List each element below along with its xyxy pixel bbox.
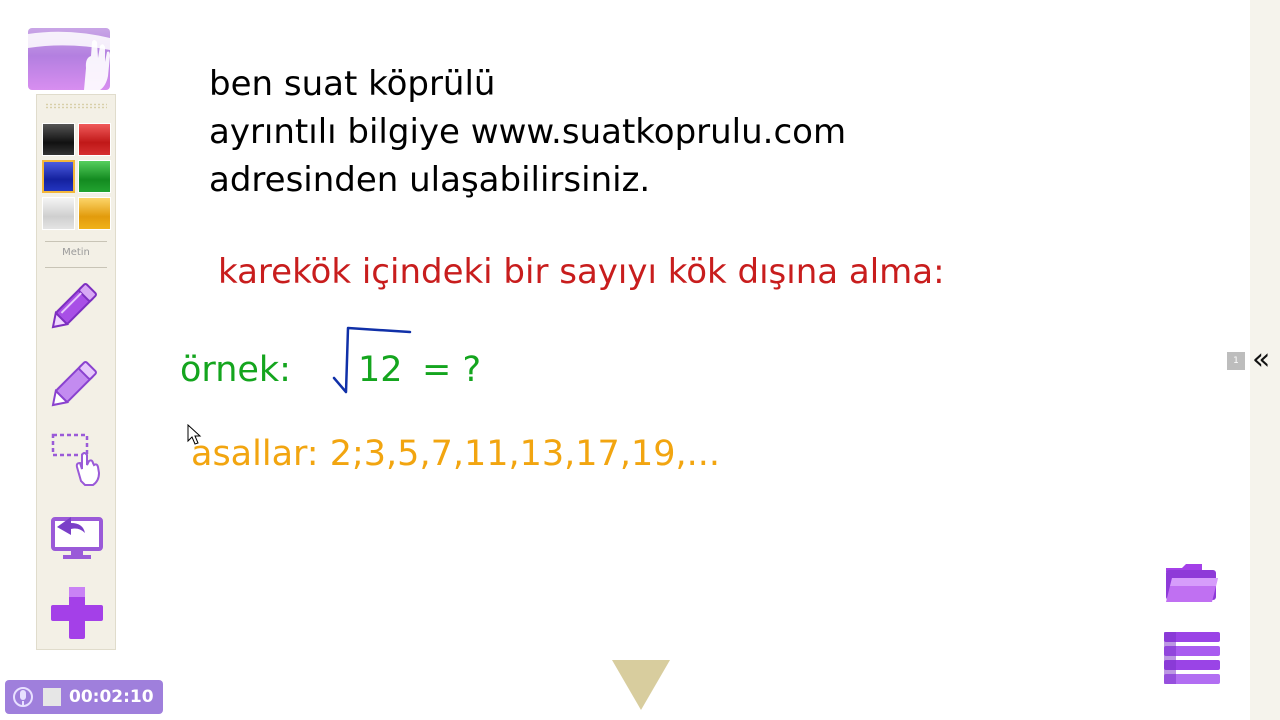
- toolbar-section-label: Metin: [62, 247, 90, 258]
- toolbar-drag-handle[interactable]: [45, 103, 107, 109]
- scroll-down-arrow-icon[interactable]: [610, 658, 672, 712]
- example-question: = ?: [422, 350, 482, 390]
- primes-list: asallar: 2;3,5,7,11,13,17,19,...: [191, 434, 720, 474]
- add-page-button[interactable]: [47, 583, 107, 643]
- mouse-cursor-icon: [187, 424, 202, 445]
- lesson-heading: karekök içindeki bir sayıyı kök dışına a…: [218, 252, 945, 292]
- color-swatch-blue[interactable]: [42, 160, 75, 193]
- example-radicand: 12: [358, 350, 403, 390]
- intro-line-3: adresinden ulaşabilirsiniz.: [209, 160, 651, 200]
- color-swatch-red[interactable]: [78, 123, 111, 156]
- pen-tool-button[interactable]: [47, 273, 107, 333]
- drawing-toolbar: Metin: [36, 94, 116, 650]
- screen-capture-button[interactable]: [47, 507, 107, 567]
- intro-line-1: ben suat köprülü: [209, 64, 496, 104]
- open-folder-icon[interactable]: [1162, 560, 1220, 606]
- microphone-icon[interactable]: [11, 686, 35, 708]
- elapsed-time: 00:02:10: [69, 687, 154, 707]
- page-list-icon[interactable]: [1162, 630, 1220, 690]
- monitor-icon: [51, 517, 103, 559]
- color-swatch-white[interactable]: [42, 197, 75, 230]
- hand-eraser-button[interactable]: [28, 28, 110, 90]
- collapse-panel-button[interactable]: «: [1252, 342, 1270, 377]
- highlighter-icon: [51, 361, 97, 407]
- select-tool-button[interactable]: [47, 429, 107, 489]
- toolbar-divider: [45, 267, 107, 268]
- toolbar-divider: [45, 241, 107, 242]
- intro-line-2: ayrıntılı bilgiye www.suatkoprulu.com: [209, 112, 847, 152]
- highlighter-tool-button[interactable]: [47, 351, 107, 411]
- color-swatch-green[interactable]: [78, 160, 111, 193]
- recording-timer: 00:02:10: [5, 680, 163, 714]
- pen-icon: [51, 283, 97, 329]
- stop-recording-button[interactable]: [43, 688, 61, 706]
- example-label: örnek:: [180, 350, 291, 390]
- plus-icon: [51, 587, 103, 639]
- selection-hand-icon: [51, 433, 101, 486]
- page-number-badge: 1: [1227, 352, 1245, 370]
- hand-icon: [28, 31, 110, 90]
- color-swatch-black[interactable]: [42, 123, 75, 156]
- color-swatch-yellow[interactable]: [78, 197, 111, 230]
